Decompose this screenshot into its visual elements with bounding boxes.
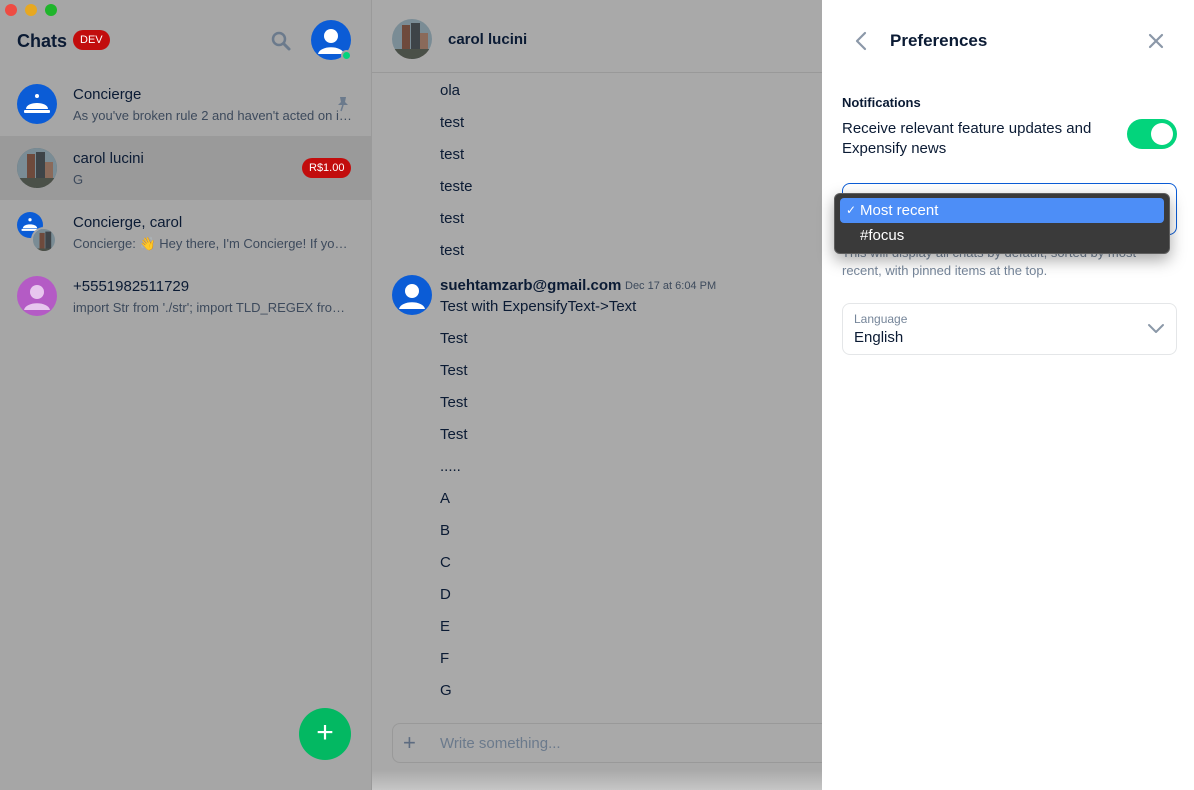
contact-avatar bbox=[17, 276, 57, 316]
message-text: Test bbox=[440, 330, 468, 347]
message-text: test bbox=[440, 146, 465, 163]
dropdown-option-focus[interactable]: #focus bbox=[840, 223, 1164, 248]
message-text: Test bbox=[440, 362, 468, 379]
option-label: #focus bbox=[860, 227, 905, 244]
iou-amount-badge: R$1.00 bbox=[302, 158, 352, 178]
message-text: ola bbox=[440, 82, 461, 99]
environment-badge: DEV bbox=[73, 30, 110, 50]
new-chat-button[interactable]: + bbox=[299, 708, 351, 760]
message-text: Test bbox=[440, 394, 468, 411]
message-text: ..... bbox=[440, 458, 461, 475]
priority-mode-dropdown: ✓ Most recent #focus bbox=[834, 193, 1170, 254]
chat-list-item[interactable]: carol lucini G R$1.00 bbox=[0, 136, 371, 200]
message-author: suehtamzarb@gmail.com bbox=[440, 277, 622, 294]
toggle-knob bbox=[1151, 123, 1173, 145]
message-text: Test bbox=[440, 426, 468, 443]
dropdown-option-most-recent[interactable]: ✓ Most recent bbox=[840, 198, 1164, 223]
chat-preview: import Str from './str'; import TLD_REGE… bbox=[73, 300, 353, 315]
conversation-avatar[interactable] bbox=[392, 19, 432, 59]
attachment-plus-icon[interactable]: + bbox=[403, 731, 416, 755]
notifications-toggle[interactable] bbox=[1127, 119, 1177, 149]
notifications-section-label: Notifications bbox=[842, 95, 921, 110]
checkmark-icon: ✓ bbox=[846, 203, 857, 217]
message-text: E bbox=[440, 618, 451, 635]
message-composer: + Write something... bbox=[392, 723, 832, 763]
pin-icon bbox=[338, 97, 348, 112]
search-icon[interactable] bbox=[270, 30, 292, 52]
building-photo-icon bbox=[17, 148, 57, 188]
conversation-header[interactable]: carol lucini bbox=[372, 0, 822, 73]
chat-list-item[interactable]: Concierge, carol Concierge: 👋 Hey there,… bbox=[0, 200, 371, 264]
close-icon[interactable] bbox=[1146, 31, 1166, 51]
message-text: test bbox=[440, 210, 465, 227]
message-text: test bbox=[440, 242, 465, 259]
window-zoom-button[interactable] bbox=[45, 4, 57, 16]
notifications-description: Receive relevant feature updates and Exp… bbox=[842, 120, 1092, 157]
panel-title: Preferences bbox=[890, 31, 988, 50]
chat-name: Concierge bbox=[73, 86, 142, 103]
conversation-title: carol lucini bbox=[448, 31, 528, 48]
sidebar: Chats DEV Concierge As you've broken rul… bbox=[0, 0, 372, 790]
chat-name: Concierge, carol bbox=[73, 214, 183, 231]
message-text: B bbox=[440, 522, 451, 539]
option-label: Most recent bbox=[860, 202, 939, 219]
chat-preview: As you've broken rule 2 and haven't acte… bbox=[73, 108, 353, 123]
chat-list-item[interactable]: +5551982511729 import Str from './str'; … bbox=[0, 264, 371, 328]
chat-name: +5551982511729 bbox=[73, 278, 190, 295]
chevron-down-icon bbox=[1148, 324, 1164, 333]
carol-avatar-small bbox=[31, 227, 57, 253]
message-author-avatar[interactable] bbox=[392, 275, 432, 315]
concierge-avatar bbox=[17, 84, 57, 124]
window-close-button[interactable] bbox=[5, 4, 17, 16]
back-chevron-icon[interactable] bbox=[852, 30, 872, 52]
message-text: D bbox=[440, 586, 451, 603]
language-value: English bbox=[854, 329, 904, 346]
message-text: Test with ExpensifyText->Text bbox=[440, 298, 637, 315]
language-label: Language bbox=[854, 312, 908, 326]
online-status-dot bbox=[341, 50, 352, 61]
language-select[interactable]: Language English bbox=[842, 303, 1177, 355]
building-photo-icon bbox=[392, 19, 432, 59]
message-timestamp: Dec 17 at 6:04 PM bbox=[625, 280, 717, 292]
chat-list-item[interactable]: Concierge As you've broken rule 2 and ha… bbox=[0, 72, 371, 136]
chat-name: carol lucini bbox=[73, 150, 144, 167]
bell-icon bbox=[24, 94, 50, 113]
message-text: test bbox=[440, 114, 465, 131]
building-photo-icon bbox=[33, 229, 55, 251]
carol-avatar bbox=[17, 148, 57, 188]
sidebar-title: Chats bbox=[17, 31, 68, 51]
message-text: F bbox=[440, 650, 450, 667]
message-text: A bbox=[440, 490, 451, 507]
message-text: C bbox=[440, 554, 451, 571]
conversation-pane: carol lucini ola test test teste test test su… bbox=[372, 0, 1194, 790]
preferences-panel: Preferences Notifications Receive releva… bbox=[822, 0, 1194, 790]
chat-preview: Concierge: 👋 Hey there, I'm Concierge! I… bbox=[73, 236, 353, 251]
plus-icon: + bbox=[316, 716, 334, 749]
message-text: G bbox=[440, 682, 452, 699]
composer-input[interactable]: Write something... bbox=[440, 735, 561, 752]
user-icon bbox=[24, 285, 50, 310]
user-icon bbox=[399, 284, 425, 309]
message-text: teste bbox=[440, 178, 473, 195]
window-minimize-button[interactable] bbox=[25, 4, 37, 16]
